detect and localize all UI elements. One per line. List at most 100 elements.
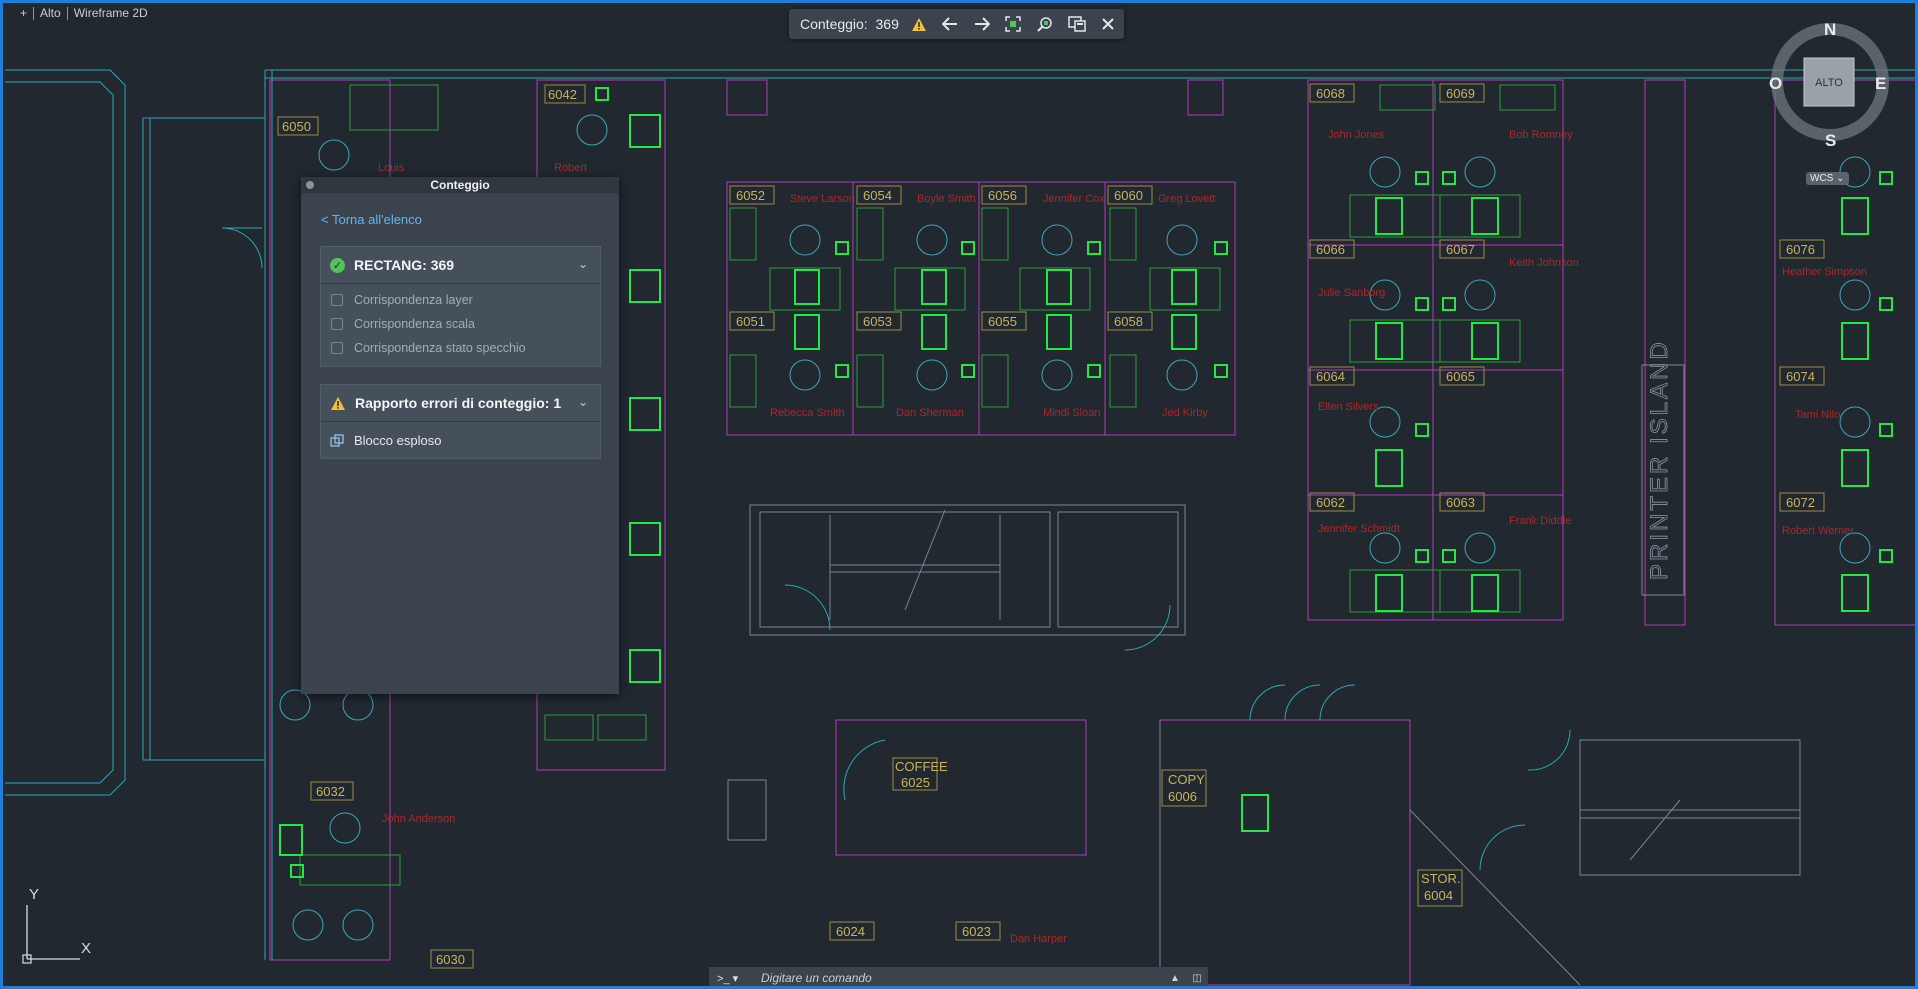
room-tag: 6064	[1316, 369, 1345, 384]
room-tag: COPY	[1168, 772, 1205, 787]
match-scale-label: Corrispondenza scala	[354, 317, 475, 331]
match-scale-option[interactable]: Corrispondenza scala	[321, 312, 600, 336]
room-tag: 6052	[736, 188, 765, 203]
warning-icon	[331, 396, 345, 410]
occupant-name: John Anderson	[382, 813, 455, 825]
occupant-name: Mindi Sloan	[1043, 407, 1100, 419]
palette-icon[interactable]	[1061, 9, 1093, 39]
match-scale-checkbox[interactable]	[331, 318, 343, 330]
occupant-name: Louis	[378, 162, 405, 174]
occupant-name: Greg Lovett	[1158, 193, 1215, 205]
room-tag: 6053	[863, 314, 892, 329]
occupant-name: Ellen Silvers	[1318, 401, 1379, 413]
count-palette: Conteggio < Torna all'elenco ✓ RECTANG: …	[301, 177, 619, 694]
room-tag: 6068	[1316, 86, 1345, 101]
printer-island-label: PRINTER ISLAND	[1646, 339, 1673, 580]
match-mirror-option[interactable]: Corrispondenza stato specchio	[321, 336, 600, 360]
room-tag: 6060	[1114, 188, 1143, 203]
count-group-title: RECTANG: 369	[354, 257, 455, 273]
room-tag: 6023	[962, 924, 991, 939]
visual-style-control[interactable]: Wireframe 2D	[68, 7, 154, 20]
occupant-name: Keith Johnson	[1509, 257, 1579, 269]
room-tag: 6069	[1446, 86, 1475, 101]
ucs-icon: Y X	[18, 886, 108, 975]
match-mirror-label: Corrispondenza stato specchio	[354, 341, 526, 355]
room-tag: 6063	[1446, 495, 1475, 510]
palette-close-dot[interactable]	[306, 181, 314, 189]
error-report-header[interactable]: Rapporto errori di conteggio: 1 ⌄	[321, 385, 600, 422]
room-tag: 6065	[1446, 369, 1475, 384]
next-arrow-icon[interactable]	[966, 9, 998, 39]
room-tag: 6050	[282, 119, 311, 134]
wcs-label: WCS	[1810, 173, 1834, 184]
chevron-down-icon[interactable]: ⌄	[578, 395, 588, 409]
error-report-card: Rapporto errori di conteggio: 1 ⌄ Blocco…	[320, 384, 601, 459]
room-tag: 6074	[1786, 369, 1815, 384]
occupant-name: Dan Sherman	[896, 407, 964, 419]
room-tag: 6072	[1786, 495, 1815, 510]
cad-drawing-canvas[interactable]: 6042 6050 6052 6054 6056 6060 6051 6053 …	[0, 0, 1918, 989]
count-value: 369	[875, 16, 899, 32]
view-cube-top-face[interactable]: ALTO	[1804, 77, 1854, 89]
occupant-name: Frank Diddle	[1509, 515, 1571, 527]
viewport-menu-button[interactable]: +	[14, 7, 35, 20]
viewport-controls: + Alto Wireframe 2D	[14, 7, 154, 20]
room-tag: 6004	[1424, 888, 1453, 903]
occupant-name: Heather Simpson	[1782, 266, 1867, 278]
ucs-x-label: X	[81, 940, 92, 957]
back-to-list-link[interactable]: < Torna all'elenco	[321, 212, 422, 227]
zoom-object-icon[interactable]	[1029, 9, 1061, 39]
doors	[784, 584, 1571, 871]
compass-north[interactable]: N	[1824, 20, 1836, 40]
command-prompt-icon[interactable]: >_ ▾	[709, 972, 747, 985]
chevron-down-icon[interactable]: ⌄	[578, 257, 588, 271]
view-control[interactable]: Alto	[34, 7, 68, 20]
palette-title-bar[interactable]: Conteggio	[301, 177, 619, 193]
occupant-name: Rebecca Smith	[770, 407, 845, 419]
room-tag: 6006	[1168, 789, 1197, 804]
room-tag: 6056	[988, 188, 1017, 203]
count-group-header[interactable]: ✓ RECTANG: 369 ⌄	[321, 247, 600, 284]
room-tag: COFFEE	[895, 759, 948, 774]
count-toolbar: Conteggio: 369	[789, 9, 1124, 39]
occupant-name: Steve Larson	[790, 193, 855, 205]
stair-core	[727, 364, 1801, 986]
room-tag: 6030	[436, 952, 465, 967]
occupant-name: Julie Sanborg	[1318, 287, 1385, 299]
exploded-block-label: Blocco esploso	[354, 432, 442, 448]
occupant-name: Boyle Smith	[917, 193, 976, 205]
room-tag: 6055	[988, 314, 1017, 329]
occupant-name: Jed Kirby	[1162, 407, 1208, 419]
close-icon[interactable]	[1092, 9, 1124, 39]
wcs-menu[interactable]: WCS ⌄	[1806, 172, 1849, 185]
room-tag: 6054	[863, 188, 892, 203]
exploded-block-item[interactable]: Blocco esploso	[321, 422, 600, 458]
count-label-text: Conteggio:	[800, 16, 868, 32]
view-cube[interactable]: ALTO N S E O	[1768, 20, 1892, 150]
count-label: Conteggio: 369	[789, 16, 903, 32]
room-tag: 6025	[901, 775, 930, 790]
check-icon: ✓	[330, 257, 345, 273]
compass-east[interactable]: E	[1875, 74, 1886, 94]
compass-south[interactable]: S	[1825, 131, 1836, 151]
count-group-card: ✓ RECTANG: 369 ⌄ Corrispondenza layer Co…	[320, 246, 601, 367]
occupant-name: Jennifer Cox	[1043, 193, 1105, 205]
previous-arrow-icon[interactable]	[934, 9, 966, 39]
warning-icon[interactable]	[903, 9, 935, 39]
room-tag: 6058	[1114, 314, 1143, 329]
match-mirror-checkbox[interactable]	[331, 342, 343, 354]
command-history-icon[interactable]: ▲	[1164, 973, 1186, 984]
room-tag: STOR.	[1421, 871, 1461, 886]
command-palette-icon[interactable]: ◫	[1186, 973, 1208, 984]
occupant-name: Robert Werner	[1782, 525, 1854, 537]
occupant-name: John Jones	[1328, 129, 1385, 141]
command-input[interactable]: Digitare un comando	[747, 971, 1164, 985]
command-prompt-symbol: >_	[717, 972, 730, 985]
occupant-name: Jennifer Schmidt	[1318, 523, 1400, 535]
command-line: >_ ▾ Digitare un comando ▲ ◫	[709, 967, 1208, 989]
match-layer-checkbox[interactable]	[331, 294, 343, 306]
zoom-extents-icon[interactable]	[998, 9, 1030, 39]
match-layer-option[interactable]: Corrispondenza layer	[321, 288, 600, 312]
compass-west[interactable]: O	[1769, 74, 1782, 94]
occupant-name: Dan Harper	[1010, 933, 1067, 945]
